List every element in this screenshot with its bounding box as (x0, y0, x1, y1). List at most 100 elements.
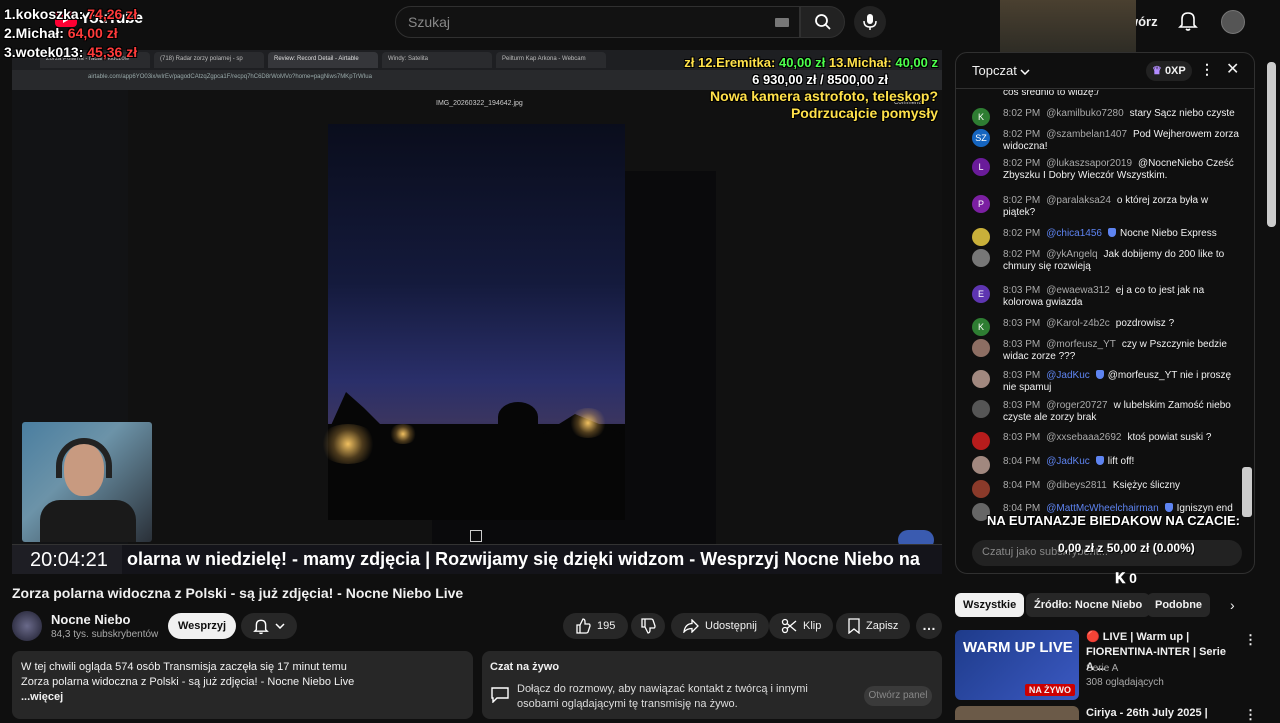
message-time: 8:03 PM (1003, 339, 1041, 350)
message-author[interactable]: @chica1456 (1046, 228, 1102, 239)
chat-message-body: 8:03 PM @Karol-z4b2c pozdrowisz ? (1003, 318, 1243, 330)
related-title[interactable]: Ciriya - 26th July 2025 | (1086, 707, 1208, 719)
live-chat-panel: Topczat ♛ 0XP ⋮ ✕ cos średnio to widzę:/… (955, 52, 1255, 574)
notification-button[interactable] (241, 613, 297, 639)
video-title: Zorza polarna widoczna z Polski - są już… (12, 585, 464, 601)
goal-top-donors: zł 12.Eremitka: 40,00 zł 13.Michał: 40,0… (684, 54, 938, 71)
chat-avatar[interactable]: SZ (972, 129, 990, 147)
chat-avatar[interactable]: P (972, 195, 990, 213)
more-actions-button[interactable]: … (916, 613, 942, 639)
related-menu-icon[interactable]: ⋮ (1244, 707, 1257, 723)
message-author[interactable]: @lukaszsapor2019 (1046, 158, 1132, 169)
message-time: 8:03 PM (1003, 400, 1041, 411)
thumbs-down-icon (641, 618, 656, 634)
chat-mode-dropdown[interactable]: Topczat (972, 63, 1030, 78)
clip-button[interactable]: Klip (769, 613, 834, 639)
stop-icon[interactable] (470, 530, 482, 542)
message-author[interactable]: @kamilbuko7280 (1046, 108, 1123, 119)
moderator-shield-icon (1095, 456, 1104, 465)
message-text: pozdrowisz ? (1115, 318, 1175, 329)
moderator-shield-icon (1095, 370, 1104, 379)
message-time: 8:03 PM (1003, 370, 1041, 381)
chat-message-body: 8:03 PM @morfeusz_YT czy w Pszczynie bedzi… (1003, 339, 1243, 363)
chat-avatar[interactable] (972, 339, 990, 357)
message-time: 8:02 PM (1003, 228, 1041, 239)
message-author[interactable]: @xxsebaaa2692 (1046, 432, 1121, 443)
points-badge[interactable]: ♛ 0XP (1146, 61, 1192, 81)
message-author[interactable]: @JadKuc (1046, 370, 1090, 381)
open-panel-button[interactable]: Otwórz panel (864, 686, 932, 706)
video-player[interactable]: Zorza Polarna - radar i kluczow (718) Ra… (12, 50, 942, 574)
chat-overlay-text: NA EUTANAZJE BIEDAKOW NA CZACIE: (987, 513, 1241, 528)
chat-avatar[interactable]: K (972, 108, 990, 126)
channel-name[interactable]: Nocne Niebo (51, 612, 130, 627)
search-input[interactable]: Szukaj (395, 6, 800, 38)
message-author[interactable]: @paralaksa24 (1046, 195, 1111, 206)
chat-avatar[interactable]: E (972, 285, 990, 303)
chat-avatar[interactable] (972, 456, 990, 474)
chat-avatar[interactable] (972, 370, 990, 388)
save-button[interactable]: Zapisz (836, 613, 911, 639)
close-icon[interactable]: ✕ (1226, 59, 1239, 79)
message-text: Nocne Niebo Express (1120, 228, 1217, 239)
live-chat-text: Dołącz do rozmowy, aby nawiązać kontakt … (517, 683, 808, 710)
chat-message-body: 8:02 PM @kamilbuko7280 stary Sącz niebo cz… (1003, 108, 1243, 120)
page-scrollbar[interactable] (1267, 62, 1276, 227)
chat-avatar[interactable] (972, 400, 990, 418)
clip-label: Klip (803, 620, 822, 632)
description-text: Zorza polarna widoczna z Polski - są już… (21, 676, 355, 688)
related-viewers: 308 oglądających (1086, 677, 1164, 688)
related-channel[interactable]: Serie A (1086, 663, 1118, 674)
chat-avatar[interactable] (972, 480, 990, 498)
chat-scrollbar[interactable] (1242, 467, 1252, 517)
chat-avatar[interactable]: L (972, 158, 990, 176)
related-menu-icon[interactable]: ⋮ (1244, 632, 1257, 648)
search-button[interactable] (800, 6, 845, 38)
message-time: 8:02 PM (1003, 129, 1041, 140)
streamer-body (40, 500, 136, 542)
chip-source[interactable]: Źródło: Nocne Niebo (1026, 593, 1151, 617)
message-author[interactable]: @szambelan1407 (1046, 129, 1127, 140)
chat-avatar[interactable] (972, 228, 990, 246)
message-author[interactable]: @ykAngelq (1046, 249, 1097, 260)
chip-similar[interactable]: Podobne (1147, 593, 1211, 617)
like-button[interactable]: 195 (563, 613, 628, 639)
message-author[interactable]: @ewaewa312 (1046, 285, 1110, 296)
dislike-button[interactable] (631, 613, 665, 639)
message-author[interactable]: @JadKuc (1046, 456, 1090, 467)
chat-avatar[interactable] (972, 432, 990, 450)
message-author[interactable]: @morfeusz_YT (1046, 339, 1116, 350)
browser-tab: Review: Record Detail - Airtable (268, 52, 378, 68)
chat-bubble-icon (491, 687, 509, 703)
chat-message-body: 8:03 PM @JadKuc @morfeusz_YT nie i proszę … (1003, 370, 1243, 394)
message-time: 8:03 PM (1003, 285, 1041, 296)
notifications-bell-icon[interactable] (1178, 10, 1198, 32)
description-box[interactable]: W tej chwili ogląda 574 osób Transmisja … (12, 651, 473, 719)
support-button[interactable]: Wesprzyj (168, 613, 236, 639)
chip-all[interactable]: Wszystkie (955, 593, 1025, 617)
related-thumbnail[interactable]: WARM UP LIVE NA ŻYWO (955, 630, 1079, 700)
channel-avatar[interactable] (12, 611, 42, 641)
share-button[interactable]: Udostępnij (671, 613, 769, 639)
message-author[interactable]: @dibeys2811 (1046, 480, 1107, 491)
keyboard-icon[interactable] (775, 18, 789, 27)
chat-avatar[interactable]: K (972, 318, 990, 336)
goal-donor-2-amount: 40,00 z (895, 55, 938, 70)
browser-tab: Windy: Satelita (382, 52, 492, 68)
news-ticker: 20:04:21 olarna w niedzielę! - mamy zdję… (12, 544, 942, 574)
chat-options-icon[interactable]: ⋮ (1200, 61, 1214, 78)
donor-row: 2.Michał: 64,00 zł (4, 24, 137, 43)
voice-search-button[interactable] (854, 6, 886, 38)
related-thumbnail[interactable] (955, 706, 1079, 720)
chat-avatar[interactable] (972, 249, 990, 267)
goal-progress: 6 930,00 zł / 8500,00 zł (752, 72, 888, 87)
message-author[interactable]: @roger20727 (1046, 400, 1107, 411)
description-more-link[interactable]: ...więcej (21, 690, 464, 705)
description-stats: W tej chwili ogląda 574 osób Transmisja … (21, 661, 347, 673)
streamer-cam-top (1000, 0, 1136, 58)
account-avatar[interactable] (1221, 10, 1245, 34)
light-glow (318, 424, 378, 464)
chevron-right-icon[interactable]: › (1230, 597, 1235, 613)
message-text: lift off! (1107, 456, 1135, 467)
message-author[interactable]: @Karol-z4b2c (1046, 318, 1110, 329)
